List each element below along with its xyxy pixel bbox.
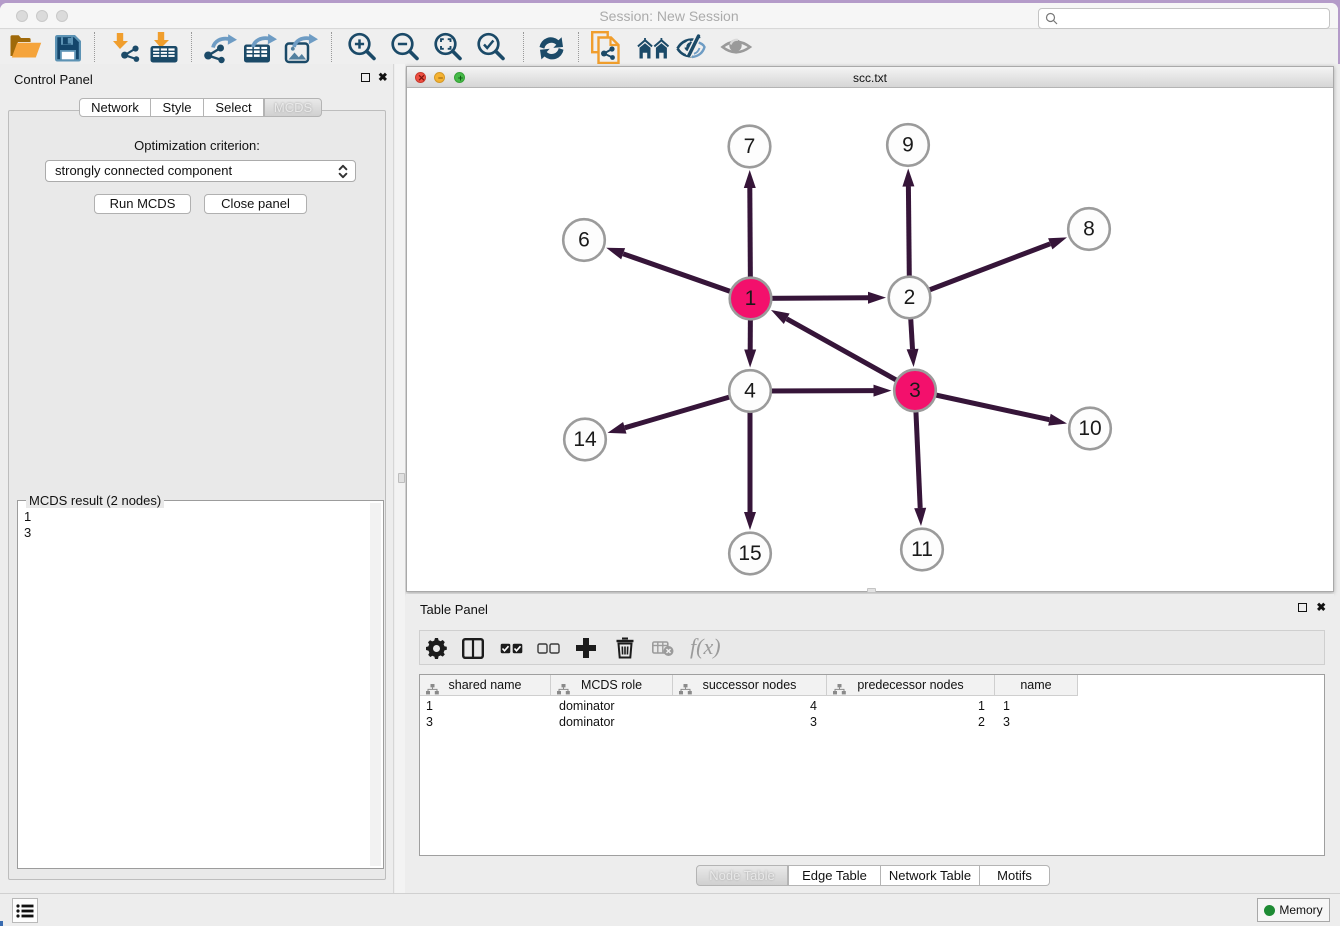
svg-text:9: 9 (902, 134, 914, 157)
svg-text:7: 7 (744, 135, 756, 158)
svg-text:1: 1 (745, 287, 757, 310)
svg-text:3: 3 (909, 379, 921, 402)
svg-text:8: 8 (1083, 218, 1095, 241)
svg-text:4: 4 (744, 380, 756, 403)
svg-text:6: 6 (578, 229, 590, 252)
svg-text:15: 15 (738, 542, 761, 565)
svg-text:11: 11 (911, 538, 933, 561)
svg-text:10: 10 (1078, 417, 1101, 440)
svg-text:14: 14 (573, 428, 597, 451)
svg-text:2: 2 (904, 286, 916, 309)
